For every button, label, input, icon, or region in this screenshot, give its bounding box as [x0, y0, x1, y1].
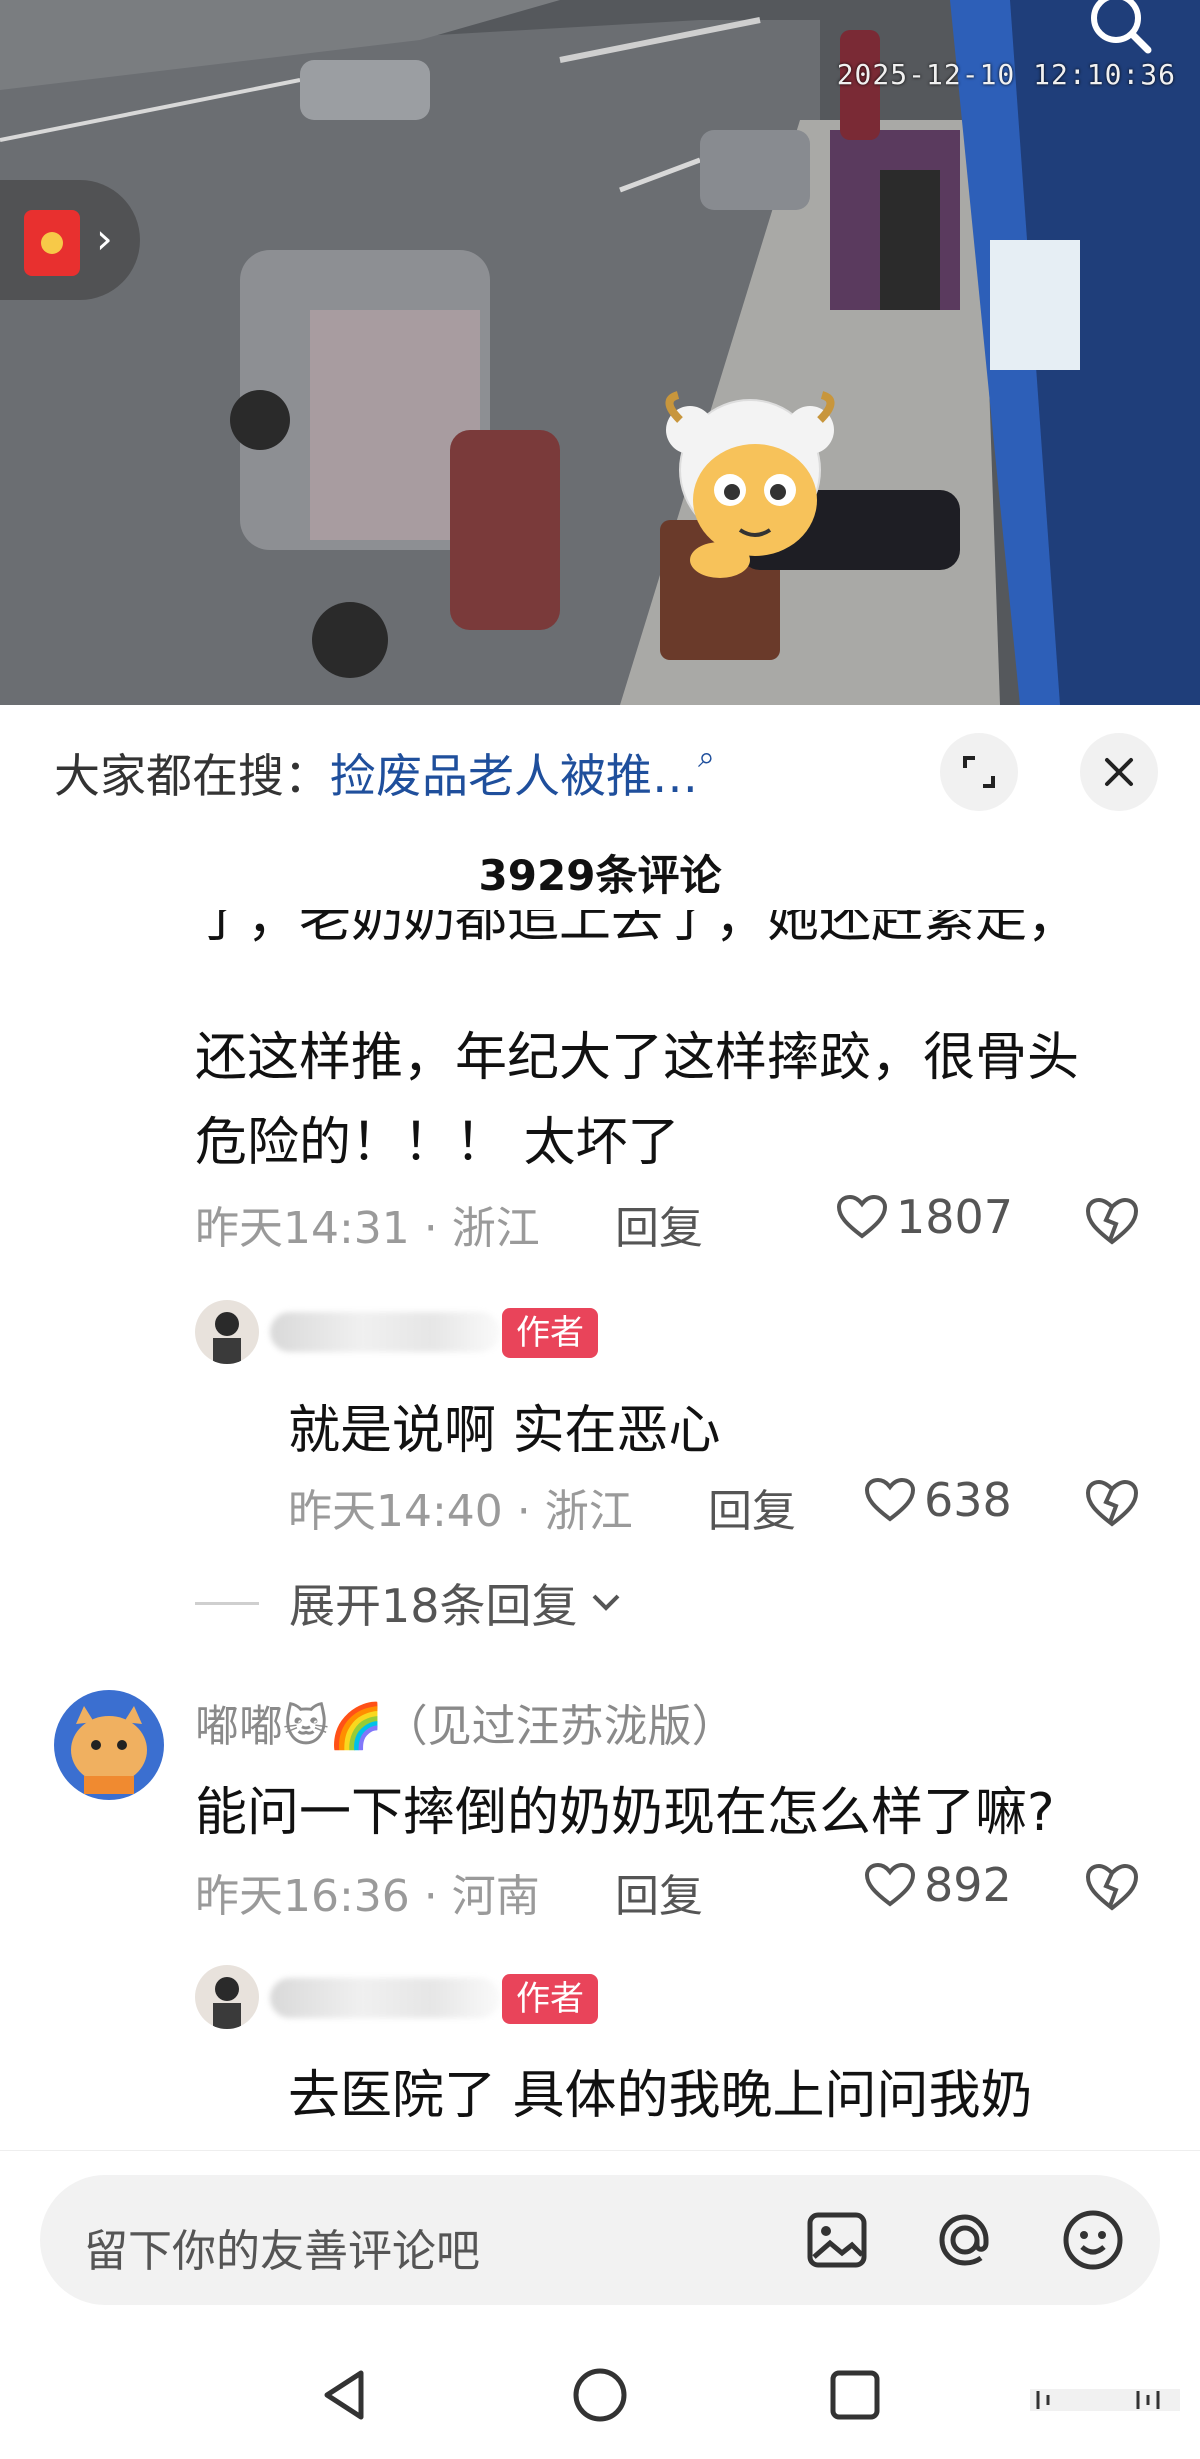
username-redacted	[270, 1978, 500, 2018]
red-packet-icon[interactable]	[24, 210, 80, 276]
username-redacted	[270, 1312, 500, 1352]
avatar[interactable]	[195, 1965, 259, 2029]
divider	[195, 1601, 259, 1605]
back-icon[interactable]	[315, 2365, 375, 2429]
avatar[interactable]	[54, 1690, 164, 1800]
video-player[interactable]: 2025-12-10 12:10:36 ›	[0, 0, 1200, 705]
trending-search-label: 大家都在搜：	[54, 749, 330, 803]
video-frame	[0, 0, 1200, 705]
avatar[interactable]	[195, 1300, 259, 1364]
like-count: 1807	[896, 1190, 1014, 1244]
search-icon[interactable]	[1080, 0, 1160, 60]
comment-meta: 昨天14:31 · 浙江	[195, 1203, 540, 1254]
reply-button[interactable]: 回复	[708, 1475, 796, 1539]
close-icon[interactable]	[1080, 733, 1158, 811]
chevron-right-icon[interactable]: ›	[96, 218, 113, 260]
like-button[interactable]: 892	[864, 1858, 1012, 1912]
comment-count: 3929条评论	[478, 851, 722, 900]
comment-input-placeholder: 留下你的友善评论吧	[84, 2226, 480, 2277]
like-count: 892	[924, 1858, 1012, 1912]
comment-meta: 昨天14:40 · 浙江	[288, 1486, 633, 1537]
reply-text: 去医院了 具体的我晚上问问我奶	[288, 2066, 1033, 2126]
trending-search-bar[interactable]: 大家都在搜：捡废品老人被推…⌕	[54, 740, 715, 806]
menu-icon[interactable]	[1030, 2385, 1180, 2419]
comment-meta: 昨天16:36 · 河南	[195, 1871, 540, 1922]
heart-icon	[864, 1862, 916, 1907]
trending-search-term[interactable]: 捡废品老人被推…	[330, 749, 698, 803]
chevron-down-icon	[592, 1594, 619, 1611]
author-badge: 作者	[502, 1308, 598, 1358]
like-count: 638	[924, 1473, 1012, 1527]
comment-text-line: 危险的！！！ 太坏了	[195, 1113, 680, 1173]
like-button[interactable]: 638	[864, 1473, 1012, 1527]
recent-apps-icon[interactable]	[825, 2365, 885, 2429]
author-badge: 作者	[502, 1974, 598, 2024]
comment-text-line: 还这样推，年纪大了这样摔跤，很骨头	[195, 1028, 1080, 1088]
expand-icon[interactable]	[940, 733, 1018, 811]
dislike-icon[interactable]	[1084, 1196, 1140, 1248]
sticker-icon	[650, 390, 850, 584]
expand-replies-label: 展开18条回复	[289, 1579, 578, 1633]
emoji-icon[interactable]	[1058, 2205, 1128, 2275]
heart-icon	[864, 1477, 916, 1522]
at-icon[interactable]	[930, 2205, 1000, 2275]
home-icon[interactable]	[570, 2365, 630, 2429]
dislike-icon[interactable]	[1084, 1862, 1140, 1914]
comment-username[interactable]: 嘟嘟🐱🌈（见过汪苏泷版）	[195, 1690, 736, 1754]
reply-button[interactable]: 回复	[615, 1192, 703, 1256]
heart-icon	[836, 1194, 888, 1239]
expand-replies-button[interactable]: 展开18条回复	[195, 1570, 626, 1636]
image-icon[interactable]	[802, 2205, 872, 2275]
like-button[interactable]: 1807	[836, 1190, 1013, 1244]
comment-text: 能问一下摔倒的奶奶现在怎么样了嘛?	[195, 1783, 1055, 1843]
search-icon: ⌕	[698, 740, 715, 775]
dislike-icon[interactable]	[1084, 1478, 1140, 1530]
reply-text: 就是说啊 实在恶心	[288, 1401, 721, 1461]
comment-text-clipped: 了，老奶奶都追上去了，她还赶紧走，	[195, 910, 1080, 949]
video-timestamp: 2025-12-10 12:10:36	[836, 58, 1176, 91]
reply-button[interactable]: 回复	[615, 1860, 703, 1924]
